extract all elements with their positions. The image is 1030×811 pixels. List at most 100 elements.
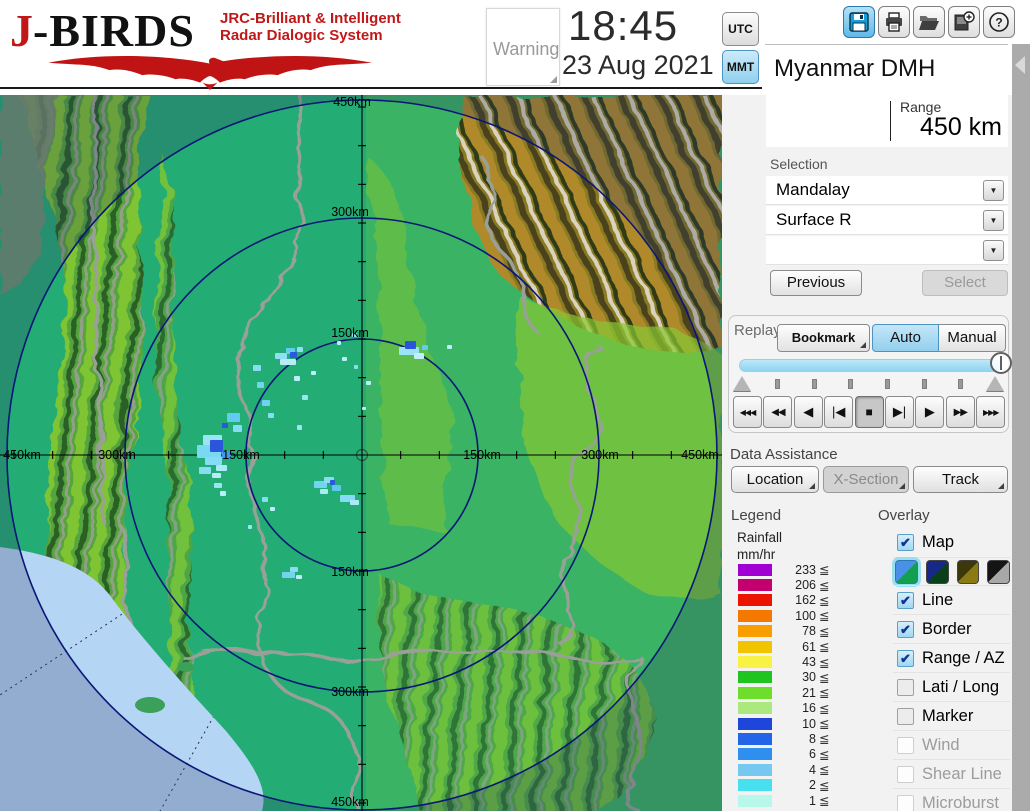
- playback-step-back-button[interactable]: ◀: [794, 396, 823, 428]
- legend-row: 43≦: [731, 654, 861, 669]
- add-image-button[interactable]: [948, 6, 980, 38]
- corner-arrow-icon: [809, 483, 815, 489]
- select-button[interactable]: Select: [922, 270, 1008, 296]
- mmt-button[interactable]: MMT: [722, 50, 759, 84]
- range-divider: [890, 101, 891, 141]
- range-az-checkbox[interactable]: ✔: [897, 650, 914, 667]
- playback-rewind-button[interactable]: ◀◀: [763, 396, 792, 428]
- legend-swatch: [738, 779, 772, 791]
- open-folder-icon: [918, 12, 940, 32]
- selection-dropdown-2[interactable]: ▼: [766, 236, 1008, 265]
- playback-fast-rewind-button[interactable]: ◀◀◀: [733, 396, 762, 428]
- legend-swatch: [738, 594, 772, 606]
- panel-collapse-strip[interactable]: [1012, 44, 1030, 811]
- play-icon: ▶: [925, 404, 935, 420]
- microburst-checkbox: [897, 795, 914, 811]
- chevron-down-icon[interactable]: ▼: [983, 210, 1004, 231]
- legend-row: 6≦: [731, 747, 861, 762]
- overlay-item-line: ✔Line: [893, 585, 1010, 614]
- utc-button[interactable]: UTC: [722, 12, 759, 46]
- step-back-icon: ◀: [803, 404, 813, 420]
- legend-value: 100: [776, 609, 816, 623]
- app-logo: J-BIRDS JRC-Brilliant & Intelligent Rada…: [10, 4, 420, 88]
- timeline-tick: [848, 379, 853, 389]
- chevron-down-icon[interactable]: ▼: [983, 180, 1004, 201]
- auto-button[interactable]: Auto: [872, 324, 939, 352]
- legend-value: 206: [776, 578, 816, 592]
- overlay-item-lati-long: Lati / Long: [893, 672, 1010, 701]
- x-section-button[interactable]: X-Section: [823, 466, 909, 493]
- playback-step-forward-button[interactable]: ▶|: [885, 396, 914, 428]
- legend-suffix: ≦: [819, 578, 829, 593]
- island: [135, 697, 165, 713]
- legend-suffix: ≦: [819, 701, 829, 716]
- warning-panel[interactable]: Warning: [486, 8, 560, 86]
- overlay-item-wind: Wind: [893, 730, 1010, 759]
- overlay-item-shear-line: Shear Line: [893, 759, 1010, 788]
- legend-swatch: [738, 641, 772, 653]
- legend-swatch: [738, 564, 772, 576]
- overlay-item-range-az: ✔ Range / AZ: [893, 643, 1010, 672]
- save-button[interactable]: [843, 6, 875, 38]
- overlay-item-label: Microburst: [922, 794, 999, 811]
- replay-range-end-marker[interactable]: [986, 376, 1004, 391]
- selection-label: Selection: [770, 156, 828, 172]
- legend-value: 61: [776, 640, 816, 654]
- playback-skip-to-end-button[interactable]: ▶▶▶: [976, 396, 1005, 428]
- legend-row: 21≦: [731, 685, 861, 700]
- playback-skip-to-start-button[interactable]: |◀: [824, 396, 853, 428]
- overlay-label: Overlay: [878, 507, 930, 524]
- overlay-item-label: Range / AZ: [922, 649, 1005, 668]
- line-checkbox[interactable]: ✔: [897, 592, 914, 609]
- previous-button[interactable]: Previous: [770, 270, 862, 296]
- toolbar-divider: [765, 44, 1008, 45]
- map-checkbox[interactable]: ✔: [897, 534, 914, 551]
- legend-suffix: ≦: [819, 655, 829, 670]
- svg-text:450km: 450km: [331, 795, 369, 809]
- manual-button[interactable]: Manual: [939, 324, 1006, 352]
- playback-fast-forward-button[interactable]: ▶▶: [946, 396, 975, 428]
- map-style-blue-green[interactable]: [895, 560, 918, 584]
- map-style-navy-darkgreen[interactable]: [926, 560, 949, 584]
- resize-grip-icon[interactable]: [550, 76, 557, 83]
- stop-icon: ■: [865, 405, 872, 419]
- legend-label: Legend: [731, 507, 781, 524]
- legend-swatch: [738, 748, 772, 760]
- bookmark-button[interactable]: Bookmark: [777, 324, 870, 352]
- legend-suffix: ≦: [819, 716, 829, 731]
- location-button[interactable]: Location: [731, 466, 819, 493]
- replay-range-start-marker[interactable]: [733, 376, 751, 391]
- border-checkbox[interactable]: ✔: [897, 621, 914, 638]
- legend-suffix: ≦: [819, 793, 829, 808]
- help-button[interactable]: ?: [983, 6, 1015, 38]
- selection-dropdown-0[interactable]: Mandalay▼: [766, 176, 1008, 205]
- track-button[interactable]: Track: [913, 466, 1008, 493]
- svg-text:300km: 300km: [331, 685, 369, 699]
- legend-swatch: [738, 579, 772, 591]
- data-assistance-label: Data Assistance: [730, 446, 838, 463]
- open-folder-button[interactable]: [913, 6, 945, 38]
- selection-dropdown-1[interactable]: Surface R▼: [766, 206, 1008, 235]
- radar-map[interactable]: 450km300km150km150km300km450km450km300km…: [0, 95, 722, 811]
- legend-swatch: [738, 702, 772, 714]
- logo-text-j: J: [10, 5, 33, 56]
- overlay-list: ✔Map✔Line✔Border✔Range / AZLati / LongMa…: [893, 528, 1010, 811]
- print-button[interactable]: [878, 6, 910, 38]
- marker-checkbox[interactable]: [897, 708, 914, 725]
- corner-arrow-icon: [860, 342, 866, 348]
- playback-stop-button[interactable]: ■: [855, 396, 884, 428]
- legend-swatch: [738, 687, 772, 699]
- map-style-black-gray[interactable]: [987, 560, 1010, 584]
- replay-slider-handle[interactable]: [990, 352, 1012, 374]
- legend-value: 162: [776, 593, 816, 607]
- lati-long-checkbox[interactable]: [897, 679, 914, 696]
- replay-timeline-slider[interactable]: [739, 359, 1001, 372]
- legend-suffix: ≦: [819, 685, 829, 700]
- map-style-olive-gold[interactable]: [957, 560, 980, 584]
- legend-row: 2≦: [731, 777, 861, 792]
- print-icon: [884, 12, 904, 32]
- legend-row: 30≦: [731, 670, 861, 685]
- chevron-down-icon[interactable]: ▼: [983, 240, 1004, 261]
- playback-play-button[interactable]: ▶: [915, 396, 944, 428]
- timeline-tick: [958, 379, 963, 389]
